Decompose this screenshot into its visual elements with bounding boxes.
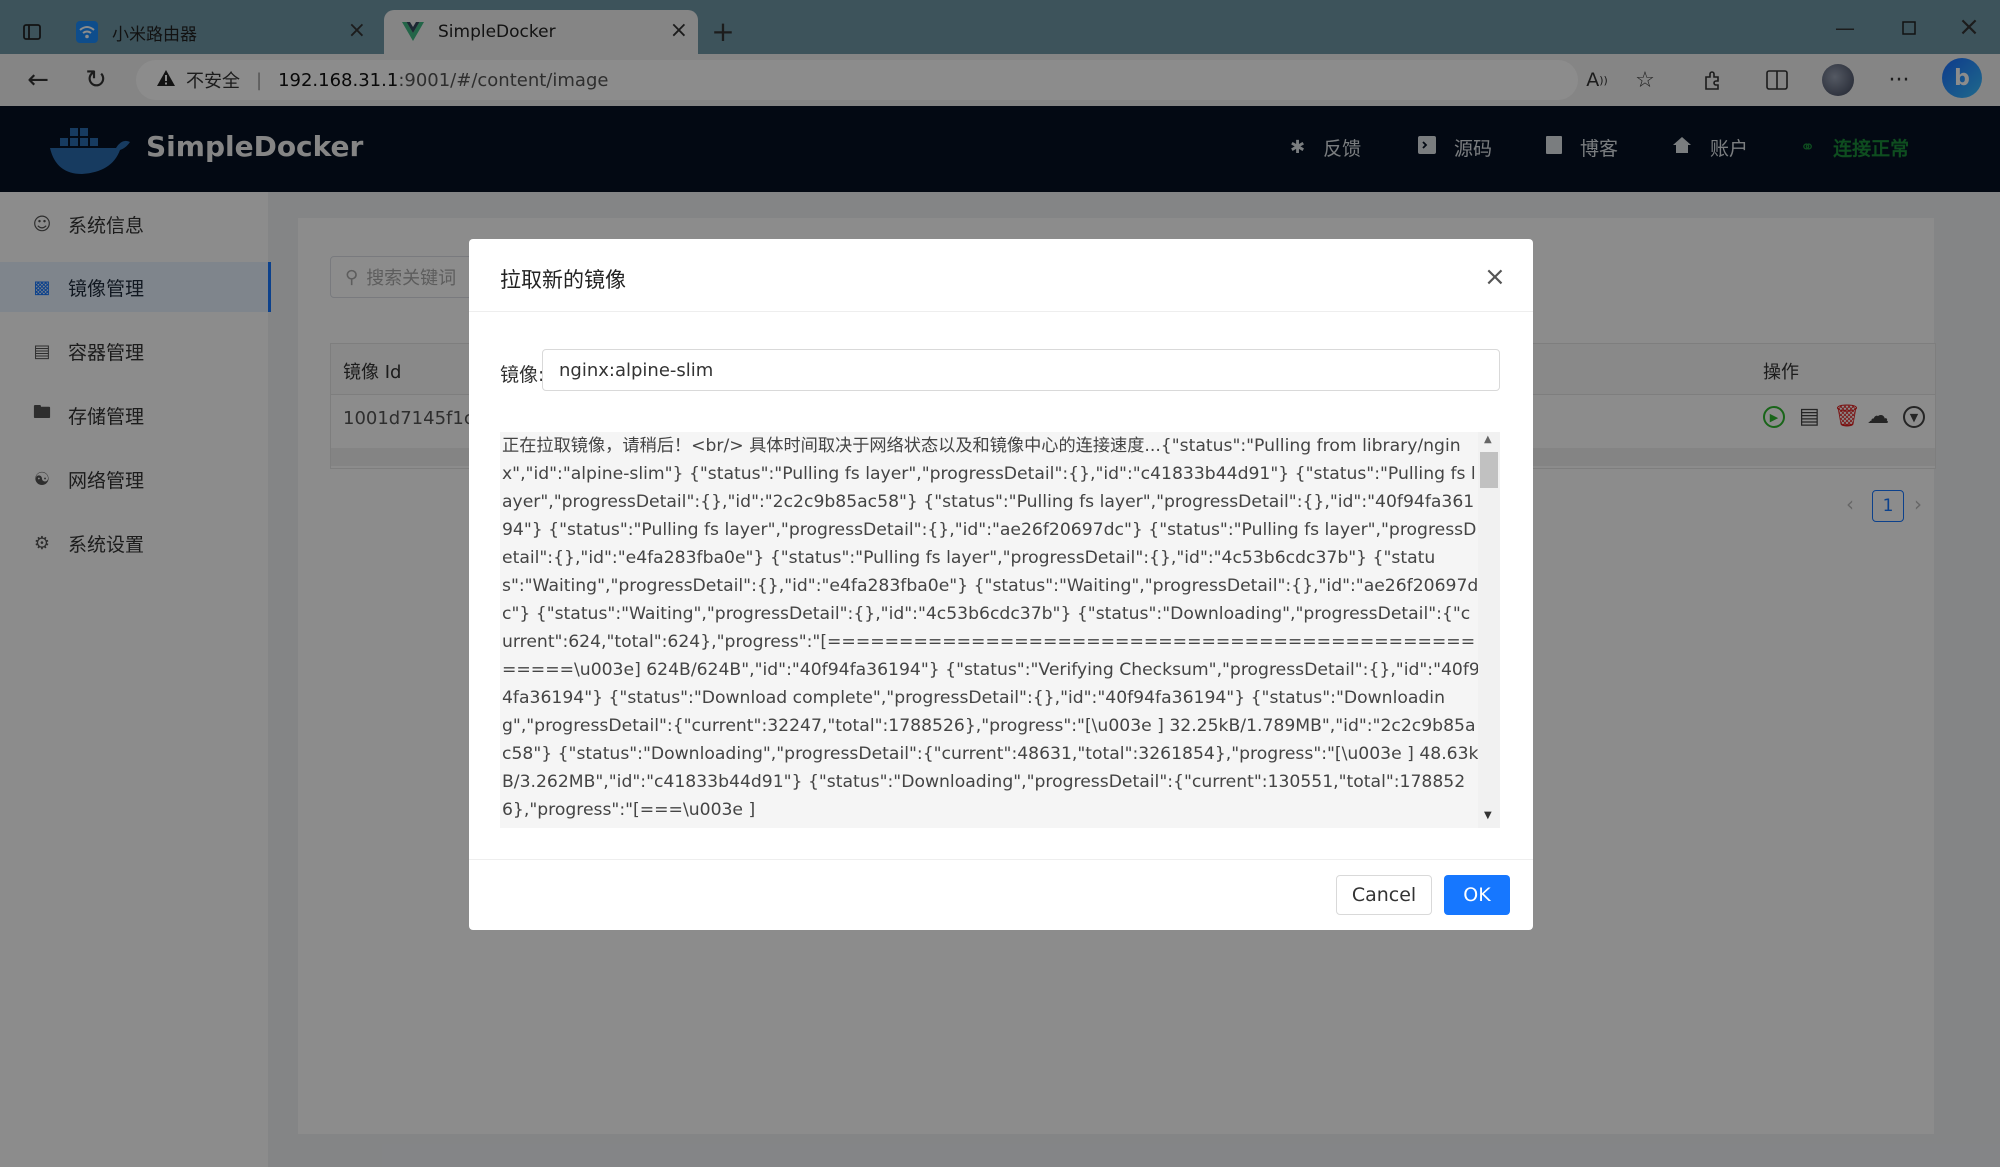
close-icon[interactable]: × xyxy=(1484,262,1506,292)
pull-log-text: 正在拉取镜像，请稍后！<br/> 具体时间取决于网络状态以及和镜像中心的连接速度… xyxy=(502,436,1480,820)
dialog-title: 拉取新的镜像 xyxy=(500,268,626,292)
log-scrollbar[interactable]: ▲ ▼ xyxy=(1478,432,1500,828)
scroll-up-icon[interactable]: ▲ xyxy=(1484,434,1492,445)
dialog-header-divider xyxy=(469,311,1533,312)
image-name-value: nginx:alpine-slim xyxy=(559,359,714,381)
log-scrollbar-thumb[interactable] xyxy=(1480,452,1498,488)
image-field-label: 镜像: xyxy=(500,364,545,386)
pull-log-textarea[interactable]: 正在拉取镜像，请稍后！<br/> 具体时间取决于网络状态以及和镜像中心的连接速度… xyxy=(500,432,1500,828)
ok-button[interactable]: OK xyxy=(1444,875,1510,915)
cancel-button[interactable]: Cancel xyxy=(1336,875,1432,915)
image-name-input[interactable]: nginx:alpine-slim xyxy=(542,349,1500,391)
ok-label: OK xyxy=(1463,884,1491,906)
cancel-label: Cancel xyxy=(1351,884,1417,906)
dialog-footer-divider xyxy=(469,859,1533,860)
scroll-down-icon[interactable]: ▼ xyxy=(1484,810,1492,821)
